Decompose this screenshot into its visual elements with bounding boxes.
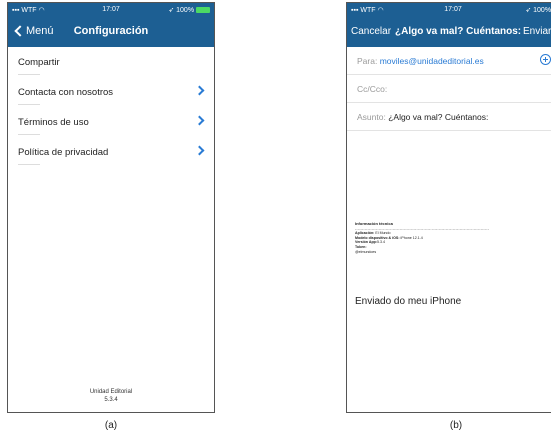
menu-item-contacta[interactable]: Contacta con nosotros [8, 77, 214, 107]
location-icon: ➶ [168, 7, 175, 14]
chevron-right-icon [194, 115, 205, 126]
status-bar: ▪▪▪ WTF ◠ 17:07 ➶ 100% [8, 3, 214, 17]
separator [18, 74, 40, 75]
compose-title: ¿Algo va mal? Cuéntanos: [395, 26, 522, 37]
separator [18, 134, 40, 135]
settings-menu: Compartir Contacta con nosotros Términos… [8, 47, 214, 167]
subject-value[interactable]: ¿Algo va mal? Cuéntanos: [388, 112, 488, 122]
subject-field[interactable]: Asunto: ¿Algo va mal? Cuéntanos: [347, 103, 551, 131]
to-recipient[interactable]: moviles@unidadeditorial.es [380, 56, 484, 66]
subject-label: Asunto: [357, 112, 386, 122]
menu-item-privacidad[interactable]: Política de privacidad [8, 137, 214, 167]
chevron-right-icon [194, 145, 205, 156]
add-contact-icon[interactable] [540, 54, 551, 65]
footer-company: Unidad Editorial [89, 389, 133, 395]
location-icon: ➶ [525, 7, 532, 14]
to-label: Para: [357, 56, 378, 66]
send-button[interactable]: Enviar [523, 26, 551, 37]
caption-a: (a) [104, 420, 118, 431]
menu-item-label: Términos de uso [18, 117, 89, 128]
to-field[interactable]: Para: moviles@unidadeditorial.es [347, 47, 551, 75]
tech-info-token-value: @elmundoes [355, 249, 377, 254]
battery-percent: 100% [533, 7, 551, 14]
status-bar: ▪▪▪ WTF ◠ 17:07 ➶ 100% [347, 3, 551, 17]
caption-b: (b) [449, 420, 463, 431]
nav-bar: Cancelar ¿Algo va mal? Cuéntanos: Enviar [347, 17, 551, 47]
chevron-right-icon [194, 85, 205, 96]
nav-bar: Menú Configuración [8, 17, 214, 47]
menu-item-compartir[interactable]: Compartir [8, 47, 214, 77]
cancel-button[interactable]: Cancelar [351, 26, 391, 37]
footer-version: 5.3.4 [104, 397, 118, 403]
menu-item-label: Contacta con nosotros [18, 87, 114, 98]
menu-item-label: Política de privacidad [18, 147, 109, 158]
battery-icon [196, 7, 210, 13]
cc-label: Cc/Cco: [357, 84, 388, 94]
menu-item-terminos[interactable]: Términos de uso [8, 107, 214, 137]
mail-signature: Enviado do meu iPhone [355, 296, 462, 307]
app-footer: Unidad Editorial 5.3.4 [8, 388, 214, 404]
menu-item-label: Compartir [18, 57, 60, 68]
status-time: 17:07 [444, 6, 462, 13]
separator [18, 104, 40, 105]
battery-percent: 100% [176, 7, 195, 14]
tech-info-block: Información técnica --------------------… [355, 221, 515, 254]
settings-screen: ▪▪▪ WTF ◠ 17:07 ➶ 100% Menú Configuració… [7, 2, 215, 413]
cc-field[interactable]: Cc/Cco: [347, 75, 551, 103]
separator [18, 164, 40, 165]
mail-compose-screen: ▪▪▪ WTF ◠ 17:07 ➶ 100% Cancelar ¿Algo va… [346, 2, 551, 413]
page-title: Configuración [73, 25, 149, 37]
